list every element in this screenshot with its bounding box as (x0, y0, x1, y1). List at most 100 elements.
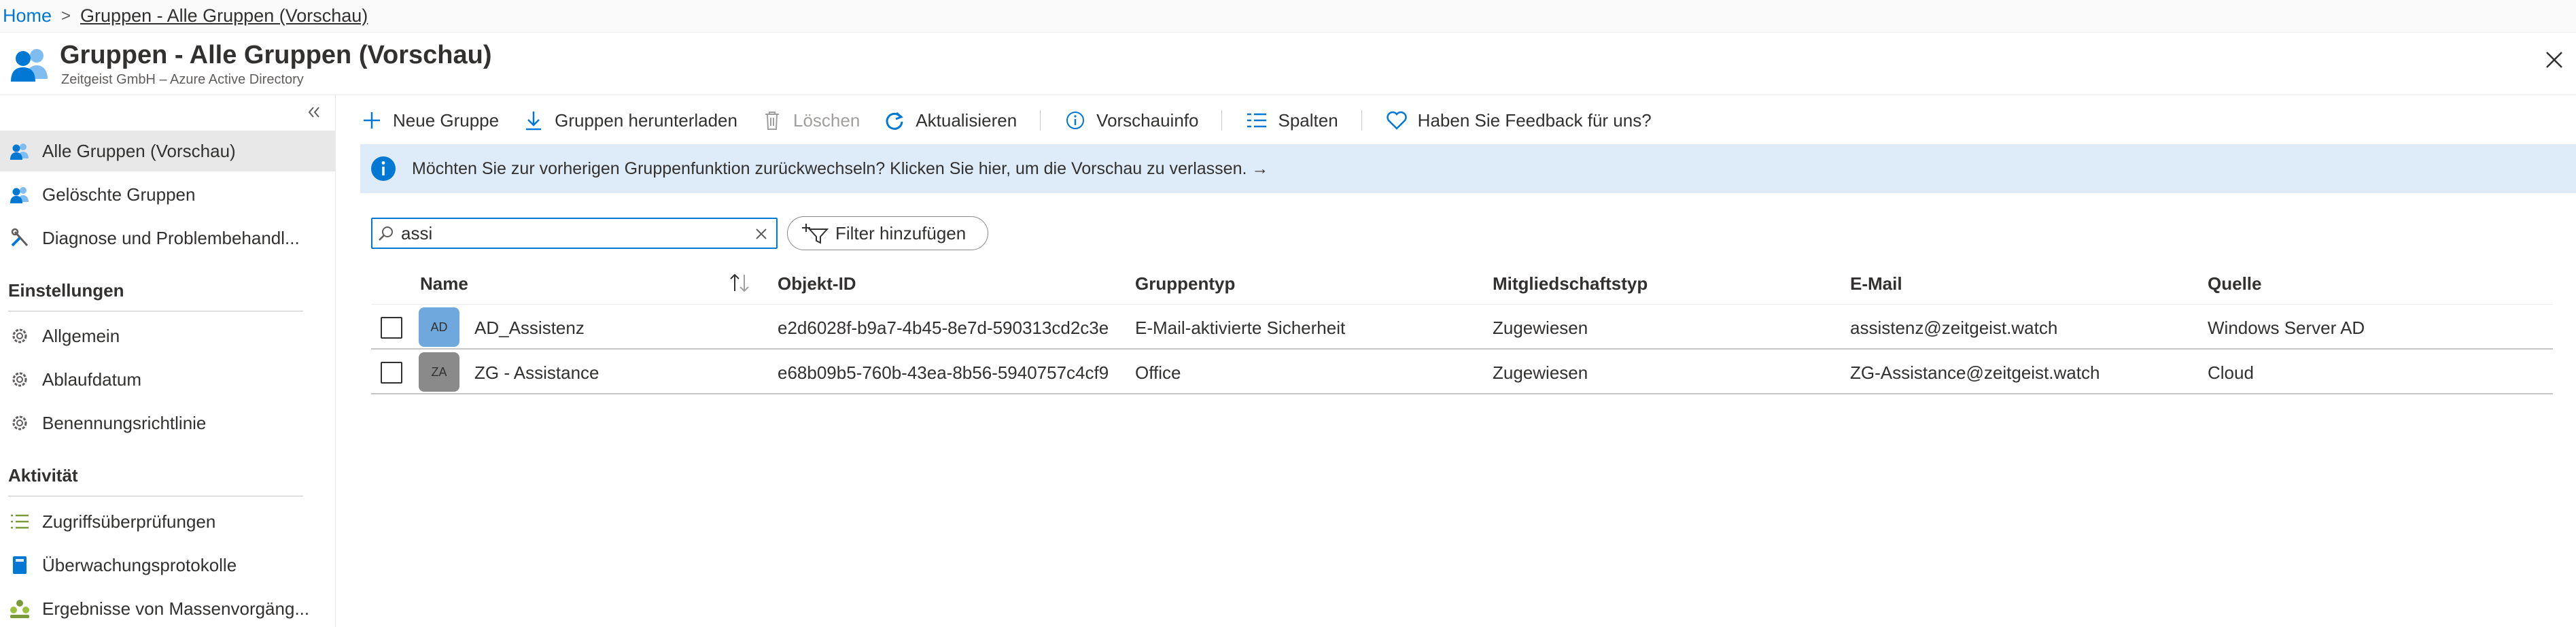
preview-info-button[interactable]: Vorschauinfo (1064, 109, 1198, 132)
columns-icon (1245, 109, 1268, 132)
table-row[interactable]: ZA ZG - Assistance e68b09b5-760b-43ea-8b… (371, 350, 2553, 394)
close-icon (756, 228, 767, 239)
clear-search-button[interactable] (752, 224, 771, 243)
sidebar-item-bulk-results[interactable]: Ergebnisse von Massenvorgäng... (0, 588, 335, 627)
sidebar-item-label: Alle Gruppen (Vorschau) (42, 140, 236, 161)
sidebar-item-all-groups[interactable]: Alle Gruppen (Vorschau) (0, 131, 335, 171)
book-icon (8, 554, 31, 577)
delete-label: Löschen (793, 109, 860, 131)
cell-object-id: e68b09b5-760b-43ea-8b56-5940757c4cf9 (778, 362, 1109, 383)
sort-updown-icon[interactable] (727, 271, 752, 295)
refresh-button[interactable]: Aktualisieren (883, 109, 1017, 132)
sidebar-item-label: Überwachungsprotokolle (42, 554, 237, 575)
page-subtitle: Zeitgeist GmbH – Azure Active Directory (61, 72, 304, 87)
groups-table: Name Objekt-ID Gruppentyp Mitgliedschaft… (371, 262, 2553, 394)
plus-icon (360, 109, 383, 132)
cell-name[interactable]: AD_Assistenz (474, 318, 585, 339)
new-group-button[interactable]: Neue Gruppe (360, 109, 499, 132)
sidebar-item-label: Ablaufdatum (42, 369, 141, 390)
sidebar-item-audit-logs[interactable]: Überwachungsprotokolle (0, 545, 335, 586)
column-header-object-id[interactable]: Objekt-ID (778, 273, 856, 294)
add-filter-icon (801, 222, 829, 245)
command-toolbar: Neue Gruppe Gruppen herunterladen Lösche… (360, 101, 1675, 140)
column-header-email[interactable]: E-Mail (1850, 273, 1902, 294)
table-header: Name Objekt-ID Gruppentyp Mitgliedschaft… (371, 262, 2553, 305)
sidebar: Alle Gruppen (Vorschau) Gelöschte Gruppe… (0, 95, 336, 627)
gear-icon (8, 368, 31, 391)
refresh-label: Aktualisieren (916, 109, 1017, 131)
column-header-group-type[interactable]: Gruppentyp (1135, 273, 1235, 294)
banner-text: Möchten Sie zur vorherigen Gruppenfunkti… (412, 158, 1269, 178)
info-filled-icon (370, 155, 397, 182)
sidebar-item-general[interactable]: Allgemein (0, 316, 335, 356)
cell-name[interactable]: ZG - Assistance (474, 362, 599, 384)
groups-icon (8, 139, 31, 163)
columns-button[interactable]: Spalten (1245, 109, 1338, 132)
cell-membership-type: Zugewiesen (1493, 362, 1588, 383)
collapse-sidebar-button[interactable] (302, 101, 326, 124)
new-group-label: Neue Gruppe (393, 109, 500, 131)
heart-icon (1385, 109, 1408, 132)
feedback-label: Haben Sie Feedback für uns? (1417, 109, 1652, 131)
table-row[interactable]: AD AD_Assistenz e2d6028f-b9a7-4b45-8e7d-… (371, 305, 2553, 350)
column-header-source[interactable]: Quelle (2208, 273, 2261, 294)
cell-source: Windows Server AD (2208, 318, 2365, 338)
groups-icon (8, 45, 50, 83)
gear-icon (8, 411, 31, 435)
gear-icon (8, 324, 31, 348)
sidebar-item-label: Gelöschte Gruppen (42, 184, 196, 205)
row-checkbox[interactable] (381, 317, 402, 339)
cell-group-type: Office (1135, 362, 1181, 383)
section-activity-heading: Aktivität (8, 465, 78, 486)
download-groups-label: Gruppen herunterladen (555, 109, 737, 131)
row-checkbox[interactable] (381, 362, 402, 384)
toolbar-separator (1221, 110, 1223, 131)
preview-exit-banner[interactable]: Möchten Sie zur vorherigen Gruppenfunkti… (360, 144, 2576, 193)
trash-icon (761, 109, 784, 132)
close-icon (2546, 52, 2562, 68)
sidebar-item-expiration[interactable]: Ablaufdatum (0, 359, 335, 400)
sidebar-item-label: Zugriffsüberprüfungen (42, 511, 216, 532)
toolbar-separator (1361, 110, 1362, 131)
breadcrumb: Home > Gruppen - Alle Gruppen (Vorschau) (0, 0, 2576, 33)
preview-info-label: Vorschauinfo (1096, 109, 1199, 131)
cell-membership-type: Zugewiesen (1493, 318, 1588, 338)
search-icon (379, 226, 393, 241)
breadcrumb-current-link[interactable]: Gruppen - Alle Gruppen (Vorschau) (80, 5, 368, 27)
breadcrumb-separator: > (61, 6, 71, 25)
people-bulk-icon (8, 597, 31, 620)
add-filter-button[interactable]: Filter hinzufügen (787, 216, 988, 250)
sidebar-item-access-reviews[interactable]: Zugriffsüberprüfungen (0, 501, 335, 542)
columns-label: Spalten (1278, 109, 1338, 131)
cell-email: ZG-Assistance@zeitgeist.watch (1850, 362, 2100, 383)
search-input[interactable] (401, 222, 754, 244)
sidebar-item-diagnose[interactable]: Diagnose und Problembehandl... (0, 218, 335, 258)
download-icon (522, 109, 545, 132)
close-button[interactable] (2538, 44, 2571, 76)
sidebar-item-label: Allgemein (42, 325, 120, 346)
sidebar-item-deleted-groups[interactable]: Gelöschte Gruppen (0, 174, 335, 215)
avatar: ZA (419, 352, 459, 392)
toolbar-separator (1040, 110, 1041, 131)
sidebar-item-label: Benennungsrichtlinie (42, 412, 207, 433)
search-field (371, 218, 778, 249)
avatar: AD (419, 307, 459, 347)
sidebar-item-label: Diagnose und Problembehandl... (42, 227, 300, 248)
feedback-button[interactable]: Haben Sie Feedback für uns? (1385, 109, 1652, 132)
column-header-name[interactable]: Name (420, 273, 468, 294)
cell-source: Cloud (2208, 362, 2254, 383)
breadcrumb-home-link[interactable]: Home (3, 5, 52, 27)
sidebar-item-naming-policy[interactable]: Benennungsrichtlinie (0, 403, 335, 443)
sidebar-item-label: Ergebnisse von Massenvorgäng... (42, 598, 310, 619)
wrench-icon (8, 226, 31, 250)
info-icon (1064, 109, 1087, 132)
download-groups-button[interactable]: Gruppen herunterladen (522, 109, 737, 132)
double-chevron-left-icon (308, 107, 319, 118)
cell-object-id: e2d6028f-b9a7-4b45-8e7d-590313cd2c3e (778, 318, 1109, 338)
add-filter-label: Filter hinzufügen (835, 222, 967, 243)
page-title: Gruppen - Alle Gruppen (Vorschau) (60, 41, 492, 69)
section-settings-heading: Einstellungen (8, 280, 124, 301)
delete-button[interactable]: Löschen (761, 109, 860, 132)
cell-email: assistenz@zeitgeist.watch (1850, 318, 2058, 338)
column-header-membership-type[interactable]: Mitgliedschaftstyp (1493, 273, 1648, 294)
